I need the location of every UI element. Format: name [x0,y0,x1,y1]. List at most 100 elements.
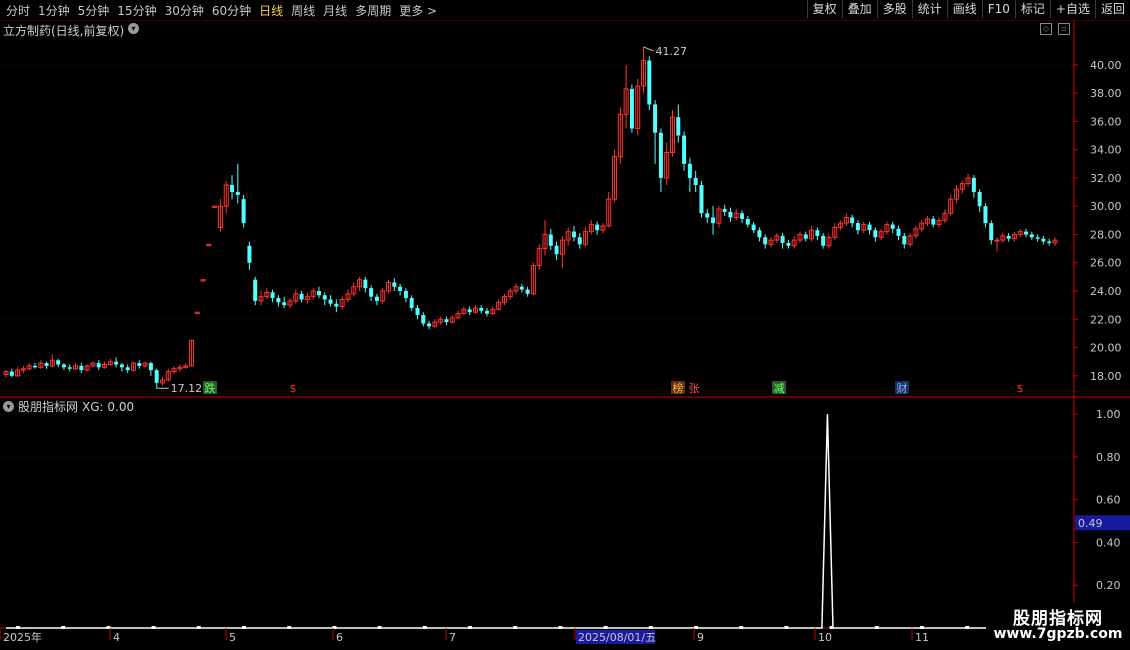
event-mark: 榜 [673,381,684,395]
y-tick-label: 18.00 [1090,370,1122,383]
y-tick-label: 28.00 [1090,228,1122,241]
y-tick-label: 0.40 [1096,536,1121,549]
candle-up [994,239,1000,242]
y-tick-label: 40.00 [1090,59,1122,72]
xg-zero-marker [61,626,66,629]
candle-down [931,218,936,225]
candle-down [253,279,258,301]
candle-down [699,184,704,214]
candle-down [230,184,235,193]
candle-down [299,293,304,300]
xg-zero-marker [242,626,246,629]
candle-down [1024,231,1029,235]
candle-down [676,117,681,136]
candle-down [577,237,582,245]
candle-down [595,224,600,231]
candle-down [415,307,420,316]
xg-zero-marker [287,626,292,629]
candle-down [902,235,907,245]
candle-down [571,231,576,238]
y-tick-label: 30.00 [1090,200,1122,213]
candle-down [479,307,484,311]
xg-zero-marker [648,626,653,629]
high-label: 41.27 [656,45,688,58]
xg-zero-marker [196,626,201,629]
candle-down [711,217,716,224]
candle-down [525,289,530,294]
xg-zero-marker [377,626,382,629]
cursor-value: 0.49 [1078,517,1103,530]
xg-zero-marker [739,626,744,629]
candle-down [61,364,66,368]
candle-down [369,288,374,297]
candle-down [751,224,756,231]
candle-down [896,228,901,236]
candle-down [1029,234,1034,238]
xg-line [6,414,1055,629]
candle-down [682,135,687,164]
xg-zero-marker [16,626,20,629]
xg-zero-marker [965,626,970,629]
candle-down [989,223,994,241]
candle-down [79,365,84,371]
candle-down [873,230,878,238]
candle-down [154,370,159,383]
x-tick-label: 4 [113,631,120,644]
x-tick-label: 11 [915,631,929,644]
candle-down [467,309,472,313]
candle-down [56,360,61,365]
chart-canvas[interactable]: 18.00 20.00 22.00 24.00 26.00 28.00 30.00 32.00… [0,0,1130,650]
candle-down [519,286,524,290]
event-mark: 张 [689,382,700,395]
candle-down [241,199,246,224]
candle-down [687,163,692,178]
candle-down [32,365,37,368]
low-label: 17.12 [171,382,203,395]
candle-down [763,237,768,245]
xg-zero-marker [784,626,789,629]
x-tick-label: 2025年 [3,630,42,644]
xg-zero-marker [603,626,608,629]
candle-down [786,242,791,246]
y-tick-label: 0.80 [1096,451,1121,464]
y-tick-label: 0.60 [1096,494,1121,507]
xg-zero-marker [151,626,156,629]
candle-down [1006,235,1011,239]
candle-down [647,60,652,105]
xg-zero-marker [920,626,924,629]
candle-down [855,223,860,231]
candle-down [653,104,658,133]
candle-down [276,298,281,303]
watermark: 股朋指标网 www.7gpzb.com [986,603,1130,647]
candle-down [67,367,72,369]
xg-zero-marker [558,626,563,629]
candle-down [728,211,733,218]
xg-zero-marker [468,626,472,629]
candle-down [740,213,745,219]
x-tick-label: 5 [229,631,236,644]
event-mark: 减 [774,382,785,395]
candle-down [821,235,826,246]
high-marker-line [643,46,654,52]
y-tick-label: 26.00 [1090,257,1122,270]
candle-down [658,132,663,178]
candle-down [693,177,698,185]
candle-down [890,224,895,229]
candle-down [316,290,321,296]
candle-down [96,363,101,368]
candle-down [867,224,872,231]
candle-down [119,364,124,368]
y-tick-label: 22.00 [1090,313,1122,326]
x-tick-label: 6 [336,631,343,644]
candle-down [705,213,710,218]
candle-down [270,292,275,299]
xg-zero-marker [874,626,879,629]
candle-down [485,310,490,314]
event-mark: 财 [897,381,908,395]
candle-down [745,218,750,225]
candle-down [9,371,14,376]
candle-down [363,279,368,289]
candle-down [554,245,559,255]
candle-down [815,230,820,236]
candle-down [44,363,49,366]
